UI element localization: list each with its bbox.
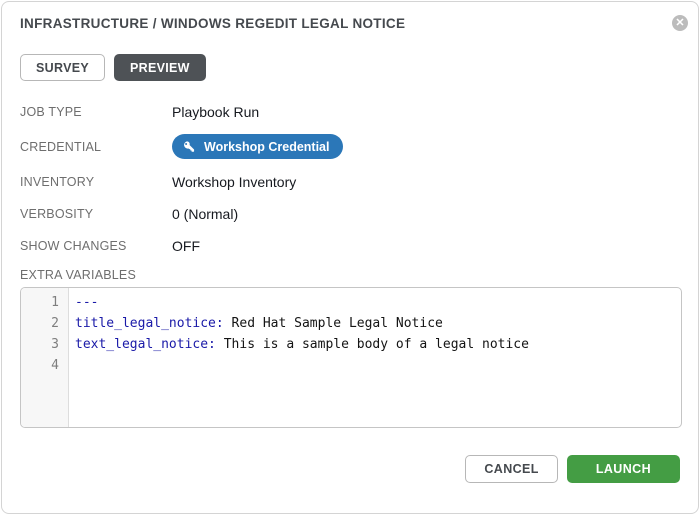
credential-badge[interactable]: Workshop Credential	[172, 134, 343, 159]
job-type-label: JOB TYPE	[20, 105, 172, 119]
editor-code-area: --- title_legal_notice: Red Hat Sample L…	[69, 288, 681, 427]
page-title: INFRASTRUCTURE / WINDOWS REGEDIT LEGAL N…	[20, 16, 405, 32]
field-row-show-changes: SHOW CHANGES OFF	[20, 236, 680, 255]
job-type-value: Playbook Run	[172, 104, 259, 120]
line-number: 1	[21, 292, 59, 313]
credential-value: Workshop Credential	[172, 134, 343, 159]
modal-header: INFRASTRUCTURE / WINDOWS REGEDIT LEGAL N…	[20, 16, 680, 32]
line-number: 2	[21, 313, 59, 334]
tab-survey[interactable]: SURVEY	[20, 54, 105, 81]
line-number: 3	[21, 334, 59, 355]
inventory-value: Workshop Inventory	[172, 174, 296, 190]
show-changes-label: SHOW CHANGES	[20, 239, 172, 253]
key-icon	[183, 140, 196, 153]
credential-label: CREDENTIAL	[20, 140, 172, 154]
job-launch-preview-modal: INFRASTRUCTURE / WINDOWS REGEDIT LEGAL N…	[1, 1, 699, 514]
field-row-job-type: JOB TYPE Playbook Run	[20, 102, 680, 121]
yaml-key: title_legal_notice:	[75, 316, 224, 331]
field-row-verbosity: VERBOSITY 0 (Normal)	[20, 204, 680, 223]
editor-line-number-gutter: 1 2 3 4	[21, 288, 69, 427]
yaml-key: text_legal_notice:	[75, 337, 216, 352]
cancel-button[interactable]: CANCEL	[465, 455, 557, 483]
field-row-inventory: INVENTORY Workshop Inventory	[20, 172, 680, 191]
verbosity-label: VERBOSITY	[20, 207, 172, 221]
show-changes-value: OFF	[172, 238, 200, 254]
tab-bar: SURVEY PREVIEW	[20, 54, 680, 81]
code-line: title_legal_notice: Red Hat Sample Legal…	[75, 313, 681, 334]
tab-preview[interactable]: PREVIEW	[114, 54, 206, 81]
yaml-doc-marker: ---	[75, 295, 98, 310]
credential-badge-label: Workshop Credential	[204, 140, 329, 154]
verbosity-value: 0 (Normal)	[172, 206, 238, 222]
modal-footer: CANCEL LAUNCH	[20, 455, 680, 483]
close-icon[interactable]: ✕	[672, 15, 688, 31]
launch-button[interactable]: LAUNCH	[567, 455, 680, 483]
code-line	[75, 355, 681, 376]
code-line: text_legal_notice: This is a sample body…	[75, 334, 681, 355]
inventory-label: INVENTORY	[20, 175, 172, 189]
extra-variables-editor[interactable]: 1 2 3 4 --- title_legal_notice: Red Hat …	[20, 287, 682, 428]
line-number: 4	[21, 355, 59, 376]
field-row-credential: CREDENTIAL Workshop Credential	[20, 134, 680, 159]
yaml-value: Red Hat Sample Legal Notice	[224, 316, 443, 331]
extra-variables-label: EXTRA VARIABLES	[20, 268, 680, 282]
job-details: JOB TYPE Playbook Run CREDENTIAL Worksho…	[20, 102, 680, 255]
yaml-value: This is a sample body of a legal notice	[216, 337, 529, 352]
code-line: ---	[75, 292, 681, 313]
